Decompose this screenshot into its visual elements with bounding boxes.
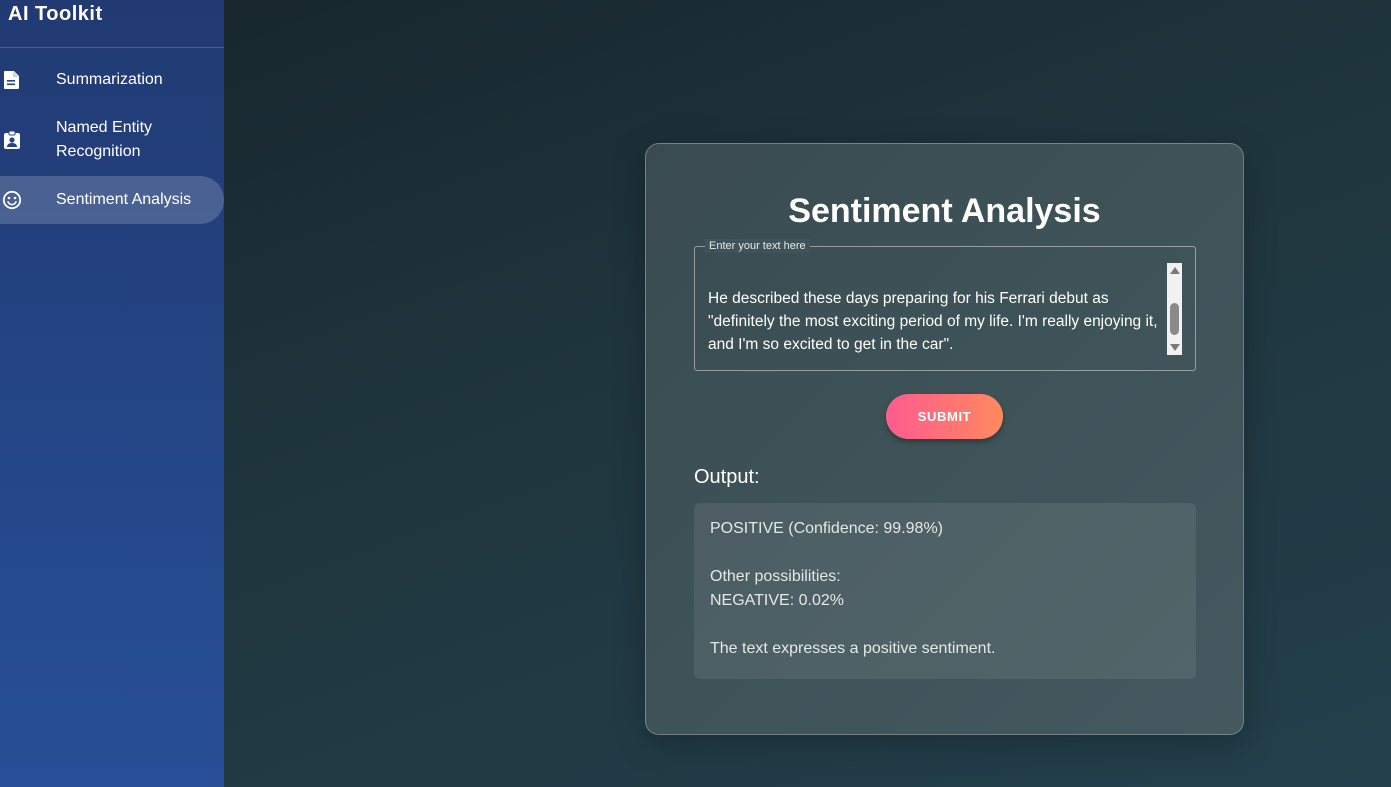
text-input-field[interactable]: Enter your text here He described these … [694, 239, 1196, 371]
smiley-icon [2, 190, 22, 210]
sentiment-card: Sentiment Analysis Enter your text here … [645, 143, 1244, 735]
output-summary: The text expresses a positive sentiment. [710, 640, 996, 657]
sidebar-item-summarization[interactable]: Summarization [0, 56, 224, 104]
output-other-value: NEGATIVE: 0.02% [710, 592, 844, 609]
brand-divider [0, 47, 224, 48]
page-title: Sentiment Analysis [788, 192, 1101, 230]
textarea-scrollbar[interactable] [1167, 263, 1182, 355]
sidebar: AI Toolkit Summarization Named Entity Re… [0, 0, 224, 787]
scroll-down-arrow-icon[interactable] [1170, 344, 1180, 351]
output-prediction: POSITIVE (Confidence: 99.98%) [710, 520, 943, 537]
output-label: Output: [694, 466, 760, 488]
sidebar-item-label: Summarization [56, 71, 163, 88]
scroll-up-arrow-icon[interactable] [1170, 267, 1180, 274]
output-box: POSITIVE (Confidence: 99.98%) Other poss… [694, 503, 1196, 679]
text-input[interactable]: He described these days preparing for hi… [708, 287, 1174, 356]
sidebar-item-named-entity-recognition[interactable]: Named Entity Recognition [0, 104, 224, 176]
scrollbar-thumb[interactable] [1170, 303, 1179, 335]
text-input-label: Enter your text here [705, 239, 810, 253]
sidebar-item-sentiment-analysis[interactable]: Sentiment Analysis [0, 176, 224, 224]
app-title: AI Toolkit [8, 3, 103, 25]
document-icon [2, 70, 22, 90]
output-other-heading: Other possibilities: [710, 568, 841, 585]
sidebar-item-label: Named Entity Recognition [56, 119, 153, 160]
sidebar-item-label: Sentiment Analysis [56, 191, 192, 208]
badge-icon [2, 130, 22, 150]
submit-button[interactable]: SUBMIT [886, 394, 1003, 439]
